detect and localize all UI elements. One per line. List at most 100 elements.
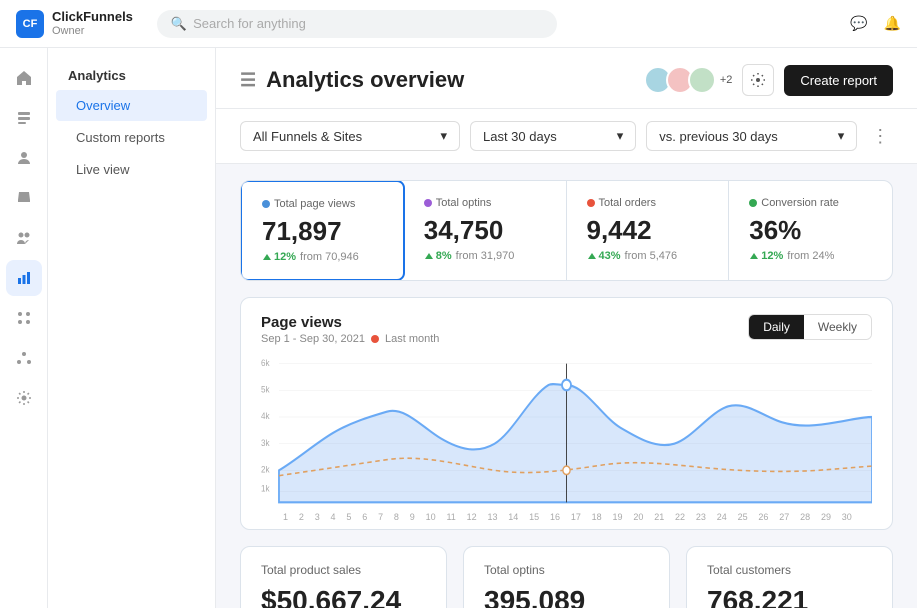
chevron-down-icon: ▾ (440, 128, 447, 144)
brand-name: ClickFunnels (52, 9, 133, 25)
nav-contacts[interactable] (6, 140, 42, 176)
sidebar-section-title: Analytics (48, 56, 215, 89)
brand-text: ClickFunnels Owner (52, 9, 133, 38)
bottom-card-0: Total product sales $50,667.24 12% from … (240, 546, 447, 608)
brand-sub: Owner (52, 25, 133, 38)
stat-dot-2 (587, 199, 595, 207)
hamburger-icon[interactable]: ☰ (240, 70, 256, 91)
stat-label-0: Total page views (262, 198, 383, 210)
nav-analytics[interactable] (6, 260, 42, 296)
chevron-down-icon-2: ▾ (617, 128, 624, 144)
chart-subtitle: Sep 1 - Sep 30, 2021 Last month (261, 333, 439, 345)
chevron-down-icon-3: ▾ (838, 128, 845, 144)
avatar-count: +2 (720, 74, 733, 86)
sidebar-item-custom-reports[interactable]: Custom reports (56, 122, 207, 153)
avatars: +2 (644, 66, 733, 94)
bottom-cards: Total product sales $50,667.24 12% from … (240, 546, 893, 608)
brand-logo: CF (16, 10, 44, 38)
compare-filter[interactable]: vs. previous 30 days ▾ (646, 121, 857, 151)
nav-automation[interactable] (6, 300, 42, 336)
stat-dot-0 (262, 200, 270, 208)
top-bar: CF ClickFunnels Owner 🔍 Search for anyth… (0, 0, 917, 48)
nav-members[interactable] (6, 220, 42, 256)
bottom-card-title-0: Total product sales (261, 563, 426, 577)
svg-text:1k: 1k (261, 483, 270, 494)
stat-up-2: 43% (587, 250, 621, 262)
nav-pages[interactable] (6, 100, 42, 136)
bottom-card-value-0: $50,667.24 (261, 585, 426, 608)
top-icons: 💬 🔔 (850, 15, 901, 32)
nav-home[interactable] (6, 60, 42, 96)
chart-header: Page views Sep 1 - Sep 30, 2021 Last mon… (261, 314, 872, 345)
content-area: ☰ Analytics overview +2 Create report (216, 48, 917, 608)
app-container: CF ClickFunnels Owner 🔍 Search for anyth… (0, 0, 917, 608)
avatar-3 (688, 66, 716, 94)
stat-card-2: Total orders 9,442 43% from 5,476 (567, 181, 730, 280)
stat-card-3: Conversion rate 36% 12% from 24% (729, 181, 892, 280)
daily-toggle[interactable]: Daily (749, 315, 804, 339)
sidebar-label-overview: Overview (76, 98, 130, 113)
nav-affiliates[interactable] (6, 340, 42, 376)
settings-button[interactable] (742, 64, 774, 96)
stat-dot-3 (749, 199, 757, 207)
svg-text:3k: 3k (261, 437, 270, 448)
stat-label-1: Total optins (424, 197, 546, 209)
bottom-card-value-1: 395,089 (484, 585, 649, 608)
sidebar-item-live-view[interactable]: Live view (56, 154, 207, 185)
search-placeholder: Search for anything (193, 16, 306, 31)
stat-card-1: Total optins 34,750 8% from 31,970 (404, 181, 567, 280)
search-icon: 🔍 (171, 16, 187, 32)
stat-value-3: 36% (749, 215, 872, 246)
header-right: +2 Create report (644, 64, 893, 96)
filters-bar: All Funnels & Sites ▾ Last 30 days ▾ vs.… (216, 109, 917, 164)
stat-label-3: Conversion rate (749, 197, 872, 209)
left-nav (0, 48, 48, 608)
bottom-card-title-1: Total optins (484, 563, 649, 577)
nav-settings[interactable] (6, 380, 42, 416)
stats-row: Total page views 71,897 12% from 70,946 (240, 180, 893, 281)
stat-value-2: 9,442 (587, 215, 709, 246)
date-filter[interactable]: Last 30 days ▾ (470, 121, 636, 151)
stat-label-2: Total orders (587, 197, 709, 209)
stat-change-3: 12% from 24% (749, 250, 872, 262)
stat-value-1: 34,750 (424, 215, 546, 246)
bottom-card-title-2: Total customers (707, 563, 872, 577)
bell-icon[interactable]: 🔔 (884, 15, 901, 32)
page-header: ☰ Analytics overview +2 Create report (216, 48, 917, 109)
chart-container: 6k 5k 4k 3k 2k 1k (261, 353, 872, 513)
stat-change-2: 43% from 5,476 (587, 250, 709, 262)
weekly-toggle[interactable]: Weekly (804, 315, 871, 339)
brand: CF ClickFunnels Owner (16, 9, 133, 38)
stat-dot-1 (424, 199, 432, 207)
svg-text:4k: 4k (261, 410, 270, 421)
chart-title-group: Page views Sep 1 - Sep 30, 2021 Last mon… (261, 314, 439, 345)
bottom-card-value-2: 768,221 (707, 585, 872, 608)
bottom-card-2: Total customers 768,221 32% from $22,391 (686, 546, 893, 608)
main-area: Analytics Overview Custom reports Live v… (0, 48, 917, 608)
svg-text:5k: 5k (261, 384, 270, 395)
stat-up-3: 12% (749, 250, 783, 262)
legend-dot (371, 335, 379, 343)
bottom-card-1: Total optins 395,089 28% from 284,465 (463, 546, 670, 608)
sidebar-label-live-view: Live view (76, 162, 129, 177)
chart-title: Page views (261, 314, 439, 331)
create-report-button[interactable]: Create report (784, 65, 893, 96)
sidebar-label-custom-reports: Custom reports (76, 130, 165, 145)
stat-change-1: 8% from 31,970 (424, 250, 546, 262)
page-title: ☰ Analytics overview (240, 67, 464, 93)
stat-change-0: 12% from 70,946 (262, 251, 383, 263)
chart-section: Page views Sep 1 - Sep 30, 2021 Last mon… (240, 297, 893, 530)
search-bar[interactable]: 🔍 Search for anything (157, 10, 557, 38)
svg-text:2k: 2k (261, 464, 270, 475)
stat-value-0: 71,897 (262, 216, 383, 247)
chat-icon[interactable]: 💬 (850, 15, 867, 32)
nav-add[interactable] (6, 564, 42, 600)
funnel-filter[interactable]: All Funnels & Sites ▾ (240, 121, 460, 151)
stat-up-0: 12% (262, 251, 296, 263)
stat-card-0: Total page views 71,897 12% from 70,946 (240, 180, 405, 281)
sidebar: Analytics Overview Custom reports Live v… (48, 48, 216, 608)
sidebar-item-overview[interactable]: Overview (56, 90, 207, 121)
svg-text:6k: 6k (261, 357, 270, 368)
filter-more-button[interactable]: ⋮ (871, 126, 889, 147)
nav-orders[interactable] (6, 180, 42, 216)
